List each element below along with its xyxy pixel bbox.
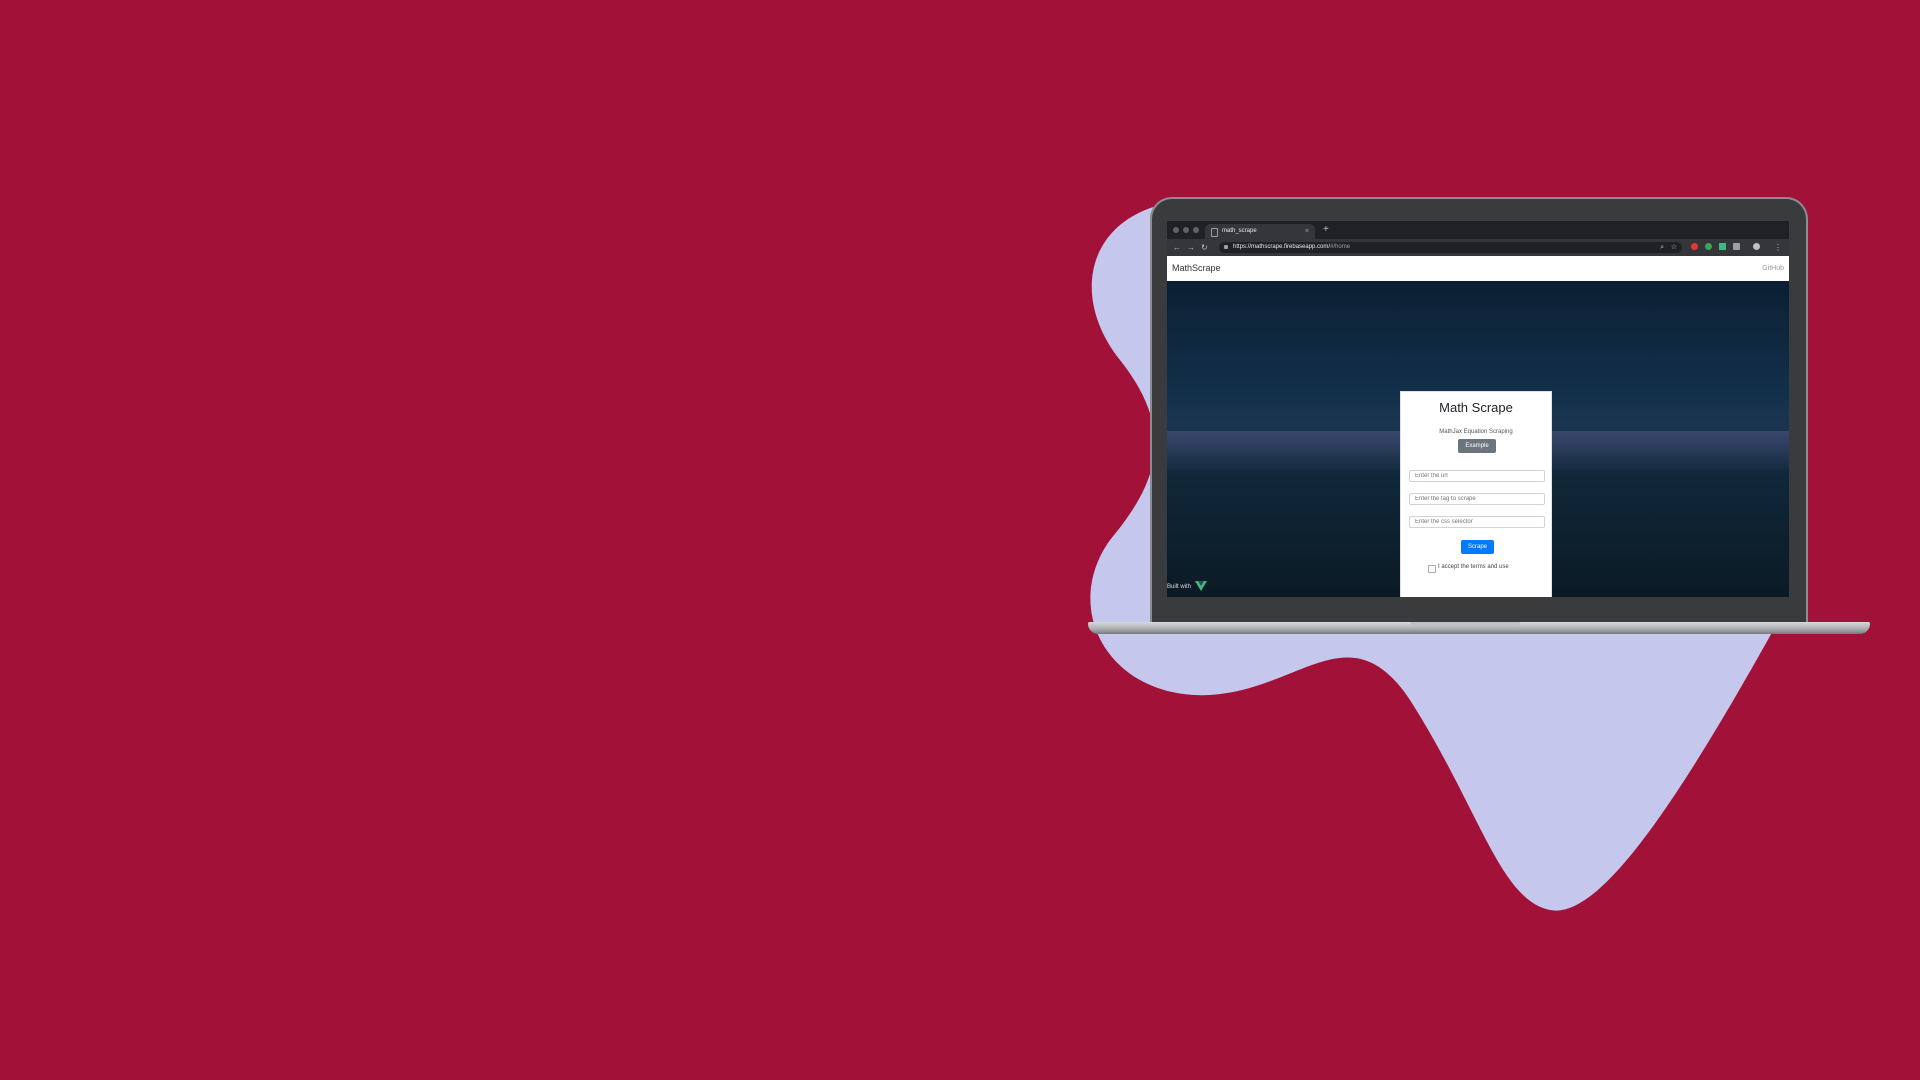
example-button[interactable]: Example	[1458, 439, 1496, 453]
search-icon[interactable]: ⌕	[1660, 242, 1664, 253]
vue-logo-icon	[1195, 581, 1207, 591]
laptop-screen: math_scrape × + ← → ↻ https://mathscrape…	[1167, 221, 1789, 597]
github-link[interactable]: GitHub	[1762, 256, 1784, 281]
scrape-button[interactable]: Scrape	[1461, 540, 1494, 554]
vue-extension-icon[interactable]	[1719, 243, 1726, 250]
terms-checkbox[interactable]	[1428, 565, 1436, 573]
url-hash: #/home	[1330, 244, 1351, 250]
tag-input[interactable]	[1409, 493, 1545, 505]
browser-tab[interactable]: math_scrape ×	[1205, 224, 1315, 239]
terms-row: I accept the terms and use	[1428, 563, 1538, 573]
built-with-label: Built with	[1167, 584, 1192, 590]
scrape-card: Math Scrape MathJax Equation Scraping Ex…	[1400, 391, 1552, 597]
forward-icon[interactable]: →	[1187, 241, 1195, 254]
menu-icon[interactable]: ⋮	[1774, 241, 1782, 254]
extension-icon[interactable]	[1691, 243, 1698, 250]
profile-icon[interactable]	[1753, 243, 1760, 250]
back-icon[interactable]: ←	[1173, 241, 1181, 254]
card-subtitle: MathJax Equation Scraping	[1439, 429, 1513, 435]
reload-icon[interactable]: ↻	[1201, 241, 1208, 254]
star-icon[interactable]: ☆	[1671, 242, 1677, 253]
tab-title: math_scrape	[1222, 228, 1257, 234]
card-title: Math Scrape	[1439, 400, 1513, 415]
extension-icon[interactable]	[1705, 243, 1712, 250]
app-navbar: MathScrape GitHub	[1167, 256, 1789, 281]
new-tab-button[interactable]: +	[1323, 223, 1329, 237]
css-selector-input[interactable]	[1409, 516, 1545, 528]
brand-link[interactable]: MathScrape	[1172, 256, 1221, 281]
browser-tab-bar: math_scrape × +	[1167, 221, 1789, 239]
laptop-notch	[1410, 622, 1520, 626]
address-bar[interactable]: https://mathscrape.firebaseapp.com/#/hom…	[1219, 242, 1682, 253]
terms-label: I accept the terms and use	[1438, 564, 1509, 570]
page-icon	[1211, 228, 1218, 237]
browser-toolbar: ← → ↻ https://mathscrape.firebaseapp.com…	[1167, 239, 1789, 256]
window-controls[interactable]	[1173, 227, 1199, 233]
background-photo: Math Scrape MathJax Equation Scraping Ex…	[1167, 281, 1789, 597]
extension-icon[interactable]	[1733, 243, 1740, 250]
url-text: https://mathscrape.firebaseapp.com/	[1233, 244, 1331, 250]
lock-icon	[1224, 245, 1228, 249]
url-input[interactable]	[1409, 470, 1545, 482]
close-tab-icon[interactable]: ×	[1305, 224, 1309, 239]
